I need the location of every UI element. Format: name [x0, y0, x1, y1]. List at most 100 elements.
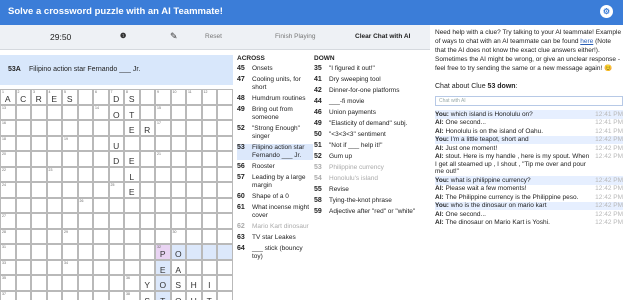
grid-cell[interactable] [124, 197, 140, 213]
grid-cell[interactable] [77, 182, 93, 198]
grid-cell[interactable] [31, 120, 47, 136]
grid-cell[interactable] [62, 244, 78, 260]
grid-cell[interactable]: 15 [155, 104, 171, 120]
clue-item[interactable]: 45 Onsets [237, 65, 313, 73]
grid-cell[interactable] [124, 259, 140, 275]
grid-cell[interactable] [77, 213, 93, 229]
grid-cell[interactable]: 33 [0, 259, 16, 275]
grid-cell[interactable] [15, 166, 31, 182]
grid-cell[interactable] [201, 228, 217, 244]
clue-item[interactable]: 60 Shape of a 0 [237, 193, 313, 201]
grid-cell[interactable]: 32 P [155, 244, 171, 260]
finish-playing-button[interactable]: Finish Playing [275, 33, 315, 40]
clue-item[interactable]: 61 What incense might cover [237, 204, 313, 220]
grid-cell[interactable]: 29 [62, 228, 78, 244]
grid-cell[interactable] [31, 275, 47, 291]
grid-cell[interactable]: 4E [46, 89, 62, 105]
grid-cell[interactable]: T [124, 104, 140, 120]
grid-cell[interactable] [108, 228, 124, 244]
grid-cell[interactable] [124, 135, 140, 151]
grid-cell[interactable] [217, 166, 233, 182]
grid-cell[interactable] [217, 259, 233, 275]
grid-cell[interactable] [46, 120, 62, 136]
grid-cell[interactable]: 30 [170, 228, 186, 244]
grid-cell[interactable]: A [170, 259, 186, 275]
clear-chat-button[interactable]: Clear Chat with AI [355, 33, 410, 40]
grid-cell[interactable] [201, 213, 217, 229]
grid-cell[interactable] [31, 197, 47, 213]
grid-cell[interactable] [93, 197, 109, 213]
grid-cell[interactable] [139, 244, 155, 260]
grid-cell[interactable] [124, 213, 140, 229]
chat-input[interactable]: Chat with AI [435, 96, 623, 106]
grid-cell[interactable] [31, 166, 47, 182]
grid-cell[interactable] [31, 104, 47, 120]
grid-cell[interactable]: O [170, 244, 186, 260]
grid-cell[interactable]: O [170, 290, 186, 300]
clue-item[interactable]: 46 Union payments [314, 109, 430, 117]
grid-cell[interactable] [170, 197, 186, 213]
grid-cell[interactable] [186, 104, 202, 120]
grid-cell[interactable] [217, 213, 233, 229]
grid-cell[interactable] [155, 228, 171, 244]
grid-cell[interactable] [124, 228, 140, 244]
grid-cell[interactable]: 7D [108, 89, 124, 105]
grid-cell[interactable] [170, 135, 186, 151]
pencil-icon[interactable]: ✎ [170, 31, 178, 42]
grid-cell[interactable] [139, 89, 155, 105]
grid-cell[interactable] [108, 290, 124, 300]
clue-item[interactable]: 51 "Not if ___ help it!" [314, 142, 430, 150]
grid-cell[interactable] [139, 259, 155, 275]
grid-cell[interactable] [46, 104, 62, 120]
grid-cell[interactable]: E [124, 182, 140, 198]
grid-cell[interactable]: R [139, 120, 155, 136]
grid-cell[interactable] [139, 228, 155, 244]
grid-cell[interactable]: O [108, 104, 124, 120]
grid-cell[interactable] [77, 89, 93, 105]
grid-cell[interactable]: 37 [0, 290, 16, 300]
grid-cell[interactable]: S [139, 290, 155, 300]
grid-cell[interactable]: T [155, 290, 171, 300]
grid-cell[interactable]: 11 [186, 89, 202, 105]
grid-cell[interactable]: 3R [31, 89, 47, 105]
grid-cell[interactable]: 6 [93, 89, 109, 105]
clue-item[interactable]: 42 Dinner-for-one platforms [314, 87, 430, 95]
grid-cell[interactable]: 16 [0, 120, 16, 136]
grid-cell[interactable]: 14 [93, 104, 109, 120]
clue-item[interactable]: 50 "<3<3<3" sentiment [314, 131, 430, 139]
grid-cell[interactable] [46, 197, 62, 213]
grid-cell[interactable] [217, 197, 233, 213]
grid-cell[interactable] [186, 182, 202, 198]
info-icon[interactable]: ❶ [120, 32, 126, 40]
grid-cell[interactable] [15, 104, 31, 120]
clue-item[interactable]: 57 Leading by a large margin [237, 174, 313, 190]
grid-cell[interactable] [108, 275, 124, 291]
grid-cell[interactable]: 19 [62, 135, 78, 151]
grid-cell[interactable] [217, 290, 233, 300]
grid-cell[interactable] [93, 120, 109, 136]
grid-cell[interactable]: 1A [0, 89, 16, 105]
grid-cell[interactable] [201, 259, 217, 275]
grid-cell[interactable] [77, 290, 93, 300]
grid-cell[interactable]: 38 [124, 290, 140, 300]
grid-cell[interactable] [170, 104, 186, 120]
grid-cell[interactable] [217, 182, 233, 198]
grid-cell[interactable] [201, 120, 217, 136]
grid-cell[interactable] [93, 151, 109, 167]
grid-cell[interactable] [31, 182, 47, 198]
grid-cell[interactable] [93, 290, 109, 300]
clue-item[interactable]: 41 Dry sweeping tool [314, 76, 430, 84]
grid-cell[interactable] [93, 275, 109, 291]
grid-cell[interactable]: 2C [15, 89, 31, 105]
grid-cell[interactable]: 17 [155, 120, 171, 136]
grid-cell[interactable] [15, 244, 31, 260]
grid-cell[interactable] [77, 120, 93, 136]
grid-cell[interactable] [77, 135, 93, 151]
grid-cell[interactable]: 18 [0, 135, 16, 151]
grid-cell[interactable]: 34 [62, 259, 78, 275]
grid-cell[interactable] [31, 259, 47, 275]
grid-cell[interactable]: 36 [124, 275, 140, 291]
grid-cell[interactable]: Y [139, 275, 155, 291]
grid-cell[interactable]: 22 [0, 166, 16, 182]
grid-cell[interactable] [46, 151, 62, 167]
